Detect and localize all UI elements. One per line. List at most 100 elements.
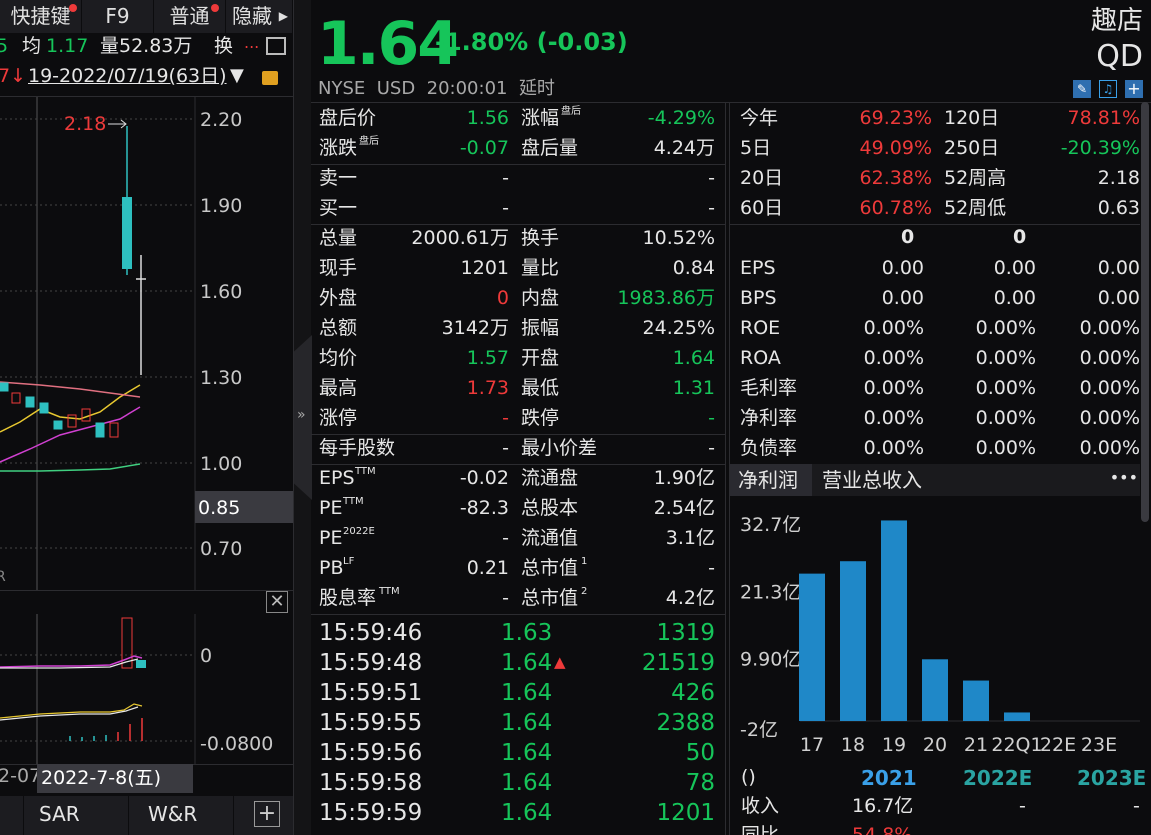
stock-symbol: QD <box>1096 39 1143 74</box>
quote-label-sup: TTM <box>379 586 400 597</box>
quote-value: - <box>708 407 715 429</box>
indicator-button-prev[interactable] <box>0 796 24 835</box>
quote-row: 最高 1.73 最低 1.31 <box>311 375 725 405</box>
tick-volume: 21519 <box>641 650 715 676</box>
quote-label: PE <box>319 527 343 549</box>
close-indicator-icon[interactable]: ✕ <box>266 591 288 613</box>
financial-row: 负债率 0.00% 0.00% 0.00% <box>730 435 1140 465</box>
performance-value: 2.18 <box>1097 167 1140 189</box>
ma-line-pink <box>0 381 141 398</box>
price-cursor-label: 0.85 <box>198 497 240 519</box>
price-axis-tick: 1.30 <box>200 367 242 389</box>
performance-label: 20日 <box>740 167 784 189</box>
high-annotation: 2.18 <box>64 113 106 135</box>
dropdown-icon[interactable]: ▼ <box>230 67 244 85</box>
performance-value: 62.38% <box>859 167 932 189</box>
volume-label: 量52.83万 <box>100 35 193 57</box>
quote-value: - <box>708 167 715 189</box>
tab-hide-label: 隐藏 <box>232 4 272 28</box>
indicator-button-sar[interactable]: SAR <box>25 796 129 835</box>
more-dots[interactable]: ... <box>244 35 259 51</box>
quote-row: 现手 1201 量比 0.84 <box>311 255 725 285</box>
quote-label: 流通盘 <box>521 467 579 489</box>
financial-value: 0.00 <box>881 287 924 309</box>
tab-f9-label: F9 <box>105 4 130 28</box>
quote-label: 总股本 <box>521 497 579 519</box>
alert-bell-icon[interactable]: ♫ <box>1099 80 1117 98</box>
performance-value: 49.09% <box>859 137 932 159</box>
scrollbar[interactable] <box>1141 102 1149 522</box>
divider <box>0 590 293 591</box>
expand-icon[interactable] <box>266 37 286 55</box>
tick-price: 1.64 <box>501 680 553 706</box>
price-axis-tick: 0.70 <box>200 538 242 560</box>
quote-value: 1.57 <box>466 347 509 369</box>
performance-label: 60日 <box>740 197 784 219</box>
tick-volume: 2388 <box>656 710 715 736</box>
panel-splitter[interactable]: » <box>293 0 312 835</box>
quote-value: 1201 <box>460 257 509 279</box>
range-text[interactable]: 19-2022/07/19(63日) <box>28 67 227 86</box>
x-tick-label: 22Q1 <box>991 734 1042 756</box>
tick-time: 15:59:51 <box>319 680 423 706</box>
bar <box>799 573 825 721</box>
financial-row: EPS 0.00 0.00 0.00 <box>730 255 1140 285</box>
tab-revenue[interactable]: 营业总收入 <box>822 470 922 490</box>
quote-row: 股息率 TTM - 总市值 2 4.2亿 <box>311 585 725 615</box>
quote-label: 总量 <box>319 227 358 249</box>
bar <box>1004 712 1030 721</box>
quote-value: 1.31 <box>672 377 715 399</box>
tab-hide[interactable]: 隐藏 ▶ <box>226 0 293 33</box>
tab-net-profit[interactable]: 净利润 <box>730 464 812 496</box>
quote-label: 总额 <box>319 317 358 339</box>
price-axis-tick: 1.90 <box>200 195 242 217</box>
tick-time: 15:59:56 <box>319 740 423 766</box>
avg-label: 均 <box>22 35 42 57</box>
y-tick-label: -2亿 <box>740 719 778 741</box>
expand-chevron-icon[interactable]: » <box>297 408 306 422</box>
quote-label: 换手 <box>521 227 560 249</box>
forecast-year-2023e: 2023E <box>1077 766 1147 790</box>
financial-value: 0.00 <box>1097 287 1140 309</box>
quote-value: - <box>708 197 715 219</box>
tick-row: 15:59:48 1.64 21519 ▲ <box>311 648 725 678</box>
quote-label: 每手股数 <box>319 437 396 459</box>
financial-value: 0.00 <box>1097 257 1140 279</box>
financial-row: 净利率 0.00% 0.00% 0.00% <box>730 405 1140 435</box>
lock-icon[interactable] <box>262 71 278 85</box>
x-tick-label: 21 <box>964 734 988 756</box>
quote-value: - <box>502 587 509 609</box>
quote-row: 均价 1.57 开盘 1.64 <box>311 345 725 375</box>
add-indicator-button[interactable]: + <box>254 801 280 827</box>
indicator-button-wr[interactable]: W&R <box>130 796 234 835</box>
edit-icon[interactable]: ✎ <box>1073 80 1091 98</box>
bar <box>963 680 989 721</box>
tab-shortcut[interactable]: 快捷键 <box>0 0 82 33</box>
performance-label: 250日 <box>944 137 1000 159</box>
indicator-button-bar: SAR W&R + <box>0 796 293 835</box>
quote-label: 量比 <box>521 257 560 279</box>
tab-f9[interactable]: F9 <box>82 0 154 33</box>
tick-volume: 1201 <box>656 800 715 826</box>
performance-row: 5日 49.09% 250日 -20.39% <box>730 135 1140 165</box>
quote-value: 4.24万 <box>653 137 715 159</box>
more-options-icon[interactable]: ••• <box>1110 470 1138 486</box>
indicator-chart: 0 -0.0800 <box>0 614 273 764</box>
tab-normal[interactable]: 普通 <box>154 0 226 33</box>
forecast-year-2021: 2021 <box>861 766 917 790</box>
quote-row: 盘后价 1.56 涨幅 盘后 -4.29% <box>311 105 725 135</box>
forecast-value: - <box>1133 795 1140 817</box>
quote-value: 4.2亿 <box>665 587 715 609</box>
financial-row: 毛利率 0.00% 0.00% 0.00% <box>730 375 1140 405</box>
indicator-axis-tick: -0.0800 <box>200 733 273 755</box>
quote-label-sup: TTM <box>355 466 376 477</box>
quote-label: 内盘 <box>521 287 560 309</box>
financial-value: 0.00% <box>975 317 1036 339</box>
quote-panel: 1.64 -1.80% (-0.03) NYSE USD 20:00:01 延时… <box>311 0 1151 835</box>
quote-label: PB <box>319 557 344 579</box>
x-tick-label: 23E <box>1081 734 1117 756</box>
y-tick-label: 9.90亿 <box>740 649 801 671</box>
divider <box>730 224 1140 225</box>
forecast-next-value: 54.8% <box>852 824 913 835</box>
add-watchlist-icon[interactable]: + <box>1125 80 1143 98</box>
